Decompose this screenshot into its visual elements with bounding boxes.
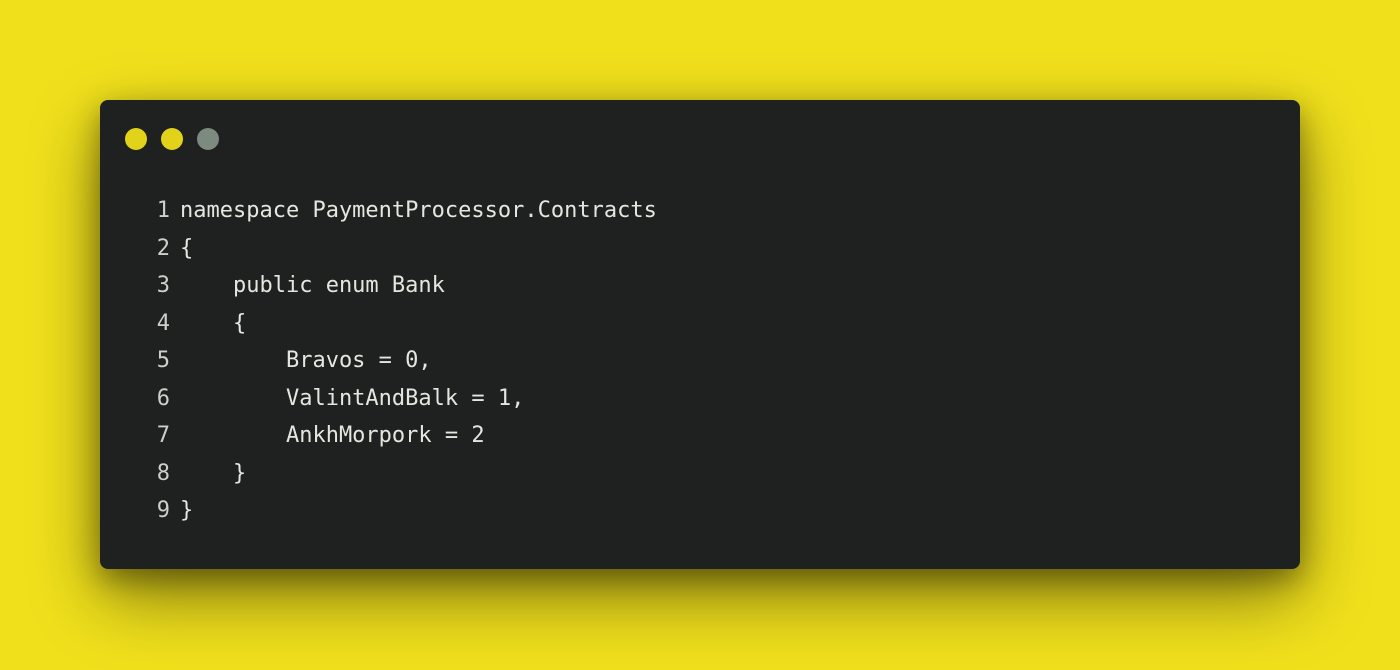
line-number: 5 — [156, 348, 170, 373]
code-line: 8 } — [148, 455, 657, 493]
code-window: 1 namespace PaymentProcessor.Contracts 2… — [100, 100, 1300, 569]
code-text: Bravos = 0, — [180, 348, 432, 373]
code-text: } — [180, 498, 194, 523]
code-line: 5 Bravos = 0, — [148, 342, 657, 380]
line-number: 2 — [156, 235, 170, 261]
code-text: ValintAndBalk = 1, — [180, 385, 525, 411]
line-number: 1 — [156, 198, 170, 223]
code-text: { — [180, 235, 194, 261]
line-number: 4 — [156, 310, 170, 336]
line-number: 9 — [156, 498, 170, 523]
code-line: 9 } — [148, 492, 657, 530]
close-dot-icon[interactable] — [125, 128, 147, 150]
line-number: 7 — [156, 423, 170, 448]
code-text: { — [180, 310, 247, 336]
code-line: 1 namespace PaymentProcessor.Contracts — [148, 192, 657, 230]
code-text: public enum Bank — [180, 273, 445, 298]
code-line: 7 AnkhMorpork = 2 — [148, 417, 657, 455]
line-number: 8 — [156, 460, 170, 486]
code-line: 6 ValintAndBalk = 1, — [148, 380, 657, 418]
code-line: 3 public enum Bank — [148, 267, 657, 305]
line-number: 6 — [156, 385, 170, 411]
code-text: namespace PaymentProcessor.Contracts — [180, 198, 657, 223]
code-text: AnkhMorpork = 2 — [180, 423, 485, 448]
minimize-dot-icon[interactable] — [161, 128, 183, 150]
code-block: 1 namespace PaymentProcessor.Contracts 2… — [148, 192, 657, 530]
code-line: 2 { — [148, 230, 657, 268]
line-number: 3 — [156, 273, 170, 298]
code-text: } — [180, 460, 247, 486]
window-controls — [125, 128, 219, 150]
maximize-dot-icon[interactable] — [197, 128, 219, 150]
code-line: 4 { — [148, 305, 657, 343]
